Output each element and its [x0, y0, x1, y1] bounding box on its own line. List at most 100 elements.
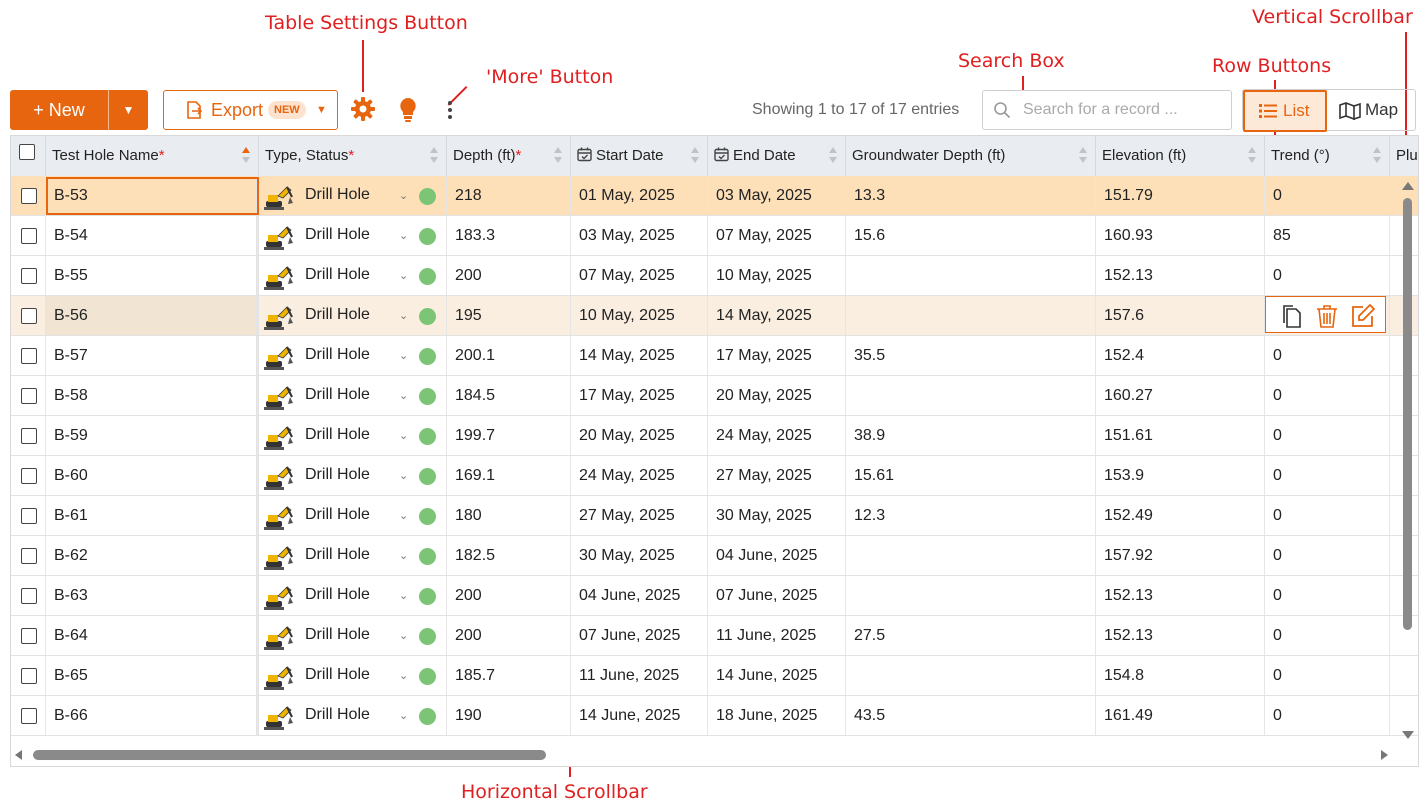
- table-row[interactable]: Drill Hole ⌄ B-63 200 04 June, 2025 07 June, …: [11, 576, 1418, 616]
- cell-elevation[interactable]: 152.4: [1096, 336, 1265, 375]
- table-row[interactable]: Drill Hole ⌄ B-56 195 10 May, 2025 14 May, 20…: [11, 296, 1418, 336]
- scroll-right-arrow-icon[interactable]: [1381, 750, 1388, 760]
- chevron-down-icon[interactable]: ⌄: [399, 536, 408, 575]
- cell-trend[interactable]: 0: [1265, 616, 1390, 655]
- header-trend[interactable]: Trend (°): [1265, 136, 1390, 176]
- row-checkbox[interactable]: [21, 588, 37, 604]
- cell-type-status[interactable]: Drill Hole ⌄: [259, 256, 447, 295]
- cell-depth[interactable]: 218: [447, 176, 571, 215]
- cell-groundwater-depth[interactable]: 43.5: [846, 696, 1096, 735]
- cell-depth[interactable]: 200.1: [447, 336, 571, 375]
- cell-groundwater-depth[interactable]: 12.3: [846, 496, 1096, 535]
- cell-groundwater-depth[interactable]: 38.9: [846, 416, 1096, 455]
- edit-button[interactable]: [1350, 303, 1376, 329]
- table-row[interactable]: Drill Hole ⌄ B-58 184.5 17 May, 2025 20 May, …: [11, 376, 1418, 416]
- cell-groundwater-depth[interactable]: [846, 296, 1096, 335]
- chevron-down-icon[interactable]: ⌄: [399, 296, 408, 335]
- cell-depth[interactable]: 184.5: [447, 376, 571, 415]
- table-row[interactable]: Drill Hole ⌄ B-54 183.3 03 May, 2025 07 May, …: [11, 216, 1418, 256]
- copy-button[interactable]: [1278, 303, 1304, 329]
- chevron-down-icon[interactable]: ⌄: [399, 416, 408, 455]
- chevron-down-icon[interactable]: ⌄: [399, 216, 408, 255]
- sort-icon[interactable]: [829, 147, 837, 165]
- cell-elevation[interactable]: 152.49: [1096, 496, 1265, 535]
- cell-end-date[interactable]: 07 June, 2025: [708, 576, 846, 615]
- chevron-down-icon[interactable]: ⌄: [399, 456, 408, 495]
- cell-depth[interactable]: 182.5: [447, 536, 571, 575]
- cell-groundwater-depth[interactable]: [846, 376, 1096, 415]
- chevron-down-icon[interactable]: ⌄: [399, 696, 408, 735]
- cell-depth[interactable]: 169.1: [447, 456, 571, 495]
- header-test-hole-name[interactable]: Test Hole Name*: [46, 136, 259, 176]
- cell-start-date[interactable]: 14 June, 2025: [571, 696, 708, 735]
- cell-end-date[interactable]: 03 May, 2025: [708, 176, 846, 215]
- cell-elevation[interactable]: 157.6: [1096, 296, 1265, 335]
- sort-icon[interactable]: [1373, 147, 1381, 165]
- row-checkbox[interactable]: [21, 508, 37, 524]
- cell-start-date[interactable]: 27 May, 2025: [571, 496, 708, 535]
- vertical-scrollbar-thumb[interactable]: [1403, 198, 1412, 630]
- cell-trend[interactable]: 0: [1265, 176, 1390, 215]
- header-plunge[interactable]: Plu: [1390, 136, 1418, 176]
- cell-elevation[interactable]: 160.27: [1096, 376, 1265, 415]
- vertical-scrollbar[interactable]: [1398, 176, 1418, 766]
- header-depth[interactable]: Depth (ft)*: [447, 136, 571, 176]
- cell-start-date[interactable]: 11 June, 2025: [571, 656, 708, 695]
- cell-trend[interactable]: 0: [1265, 256, 1390, 295]
- table-row[interactable]: Drill Hole ⌄ B-62 182.5 30 May, 2025 04 June,…: [11, 536, 1418, 576]
- chevron-down-icon[interactable]: ⌄: [399, 576, 408, 615]
- cell-elevation[interactable]: 153.9: [1096, 456, 1265, 495]
- cell-groundwater-depth[interactable]: 15.61: [846, 456, 1096, 495]
- table-row[interactable]: Drill Hole ⌄ B-65 185.7 11 June, 2025 14 June…: [11, 656, 1418, 696]
- cell-elevation[interactable]: 152.13: [1096, 256, 1265, 295]
- cell-groundwater-depth[interactable]: [846, 256, 1096, 295]
- cell-start-date[interactable]: 04 June, 2025: [571, 576, 708, 615]
- row-checkbox[interactable]: [21, 188, 37, 204]
- cell-elevation[interactable]: 160.93: [1096, 216, 1265, 255]
- row-checkbox[interactable]: [21, 468, 37, 484]
- header-groundwater-depth[interactable]: Groundwater Depth (ft): [846, 136, 1096, 176]
- cell-groundwater-depth[interactable]: 15.6: [846, 216, 1096, 255]
- cell-end-date[interactable]: 18 June, 2025: [708, 696, 846, 735]
- row-checkbox[interactable]: [21, 228, 37, 244]
- cell-trend[interactable]: 0: [1265, 456, 1390, 495]
- cell-elevation[interactable]: 151.61: [1096, 416, 1265, 455]
- row-checkbox[interactable]: [21, 428, 37, 444]
- cell-end-date[interactable]: 30 May, 2025: [708, 496, 846, 535]
- select-all-checkbox[interactable]: [19, 144, 35, 160]
- cell-depth[interactable]: 200: [447, 256, 571, 295]
- chevron-down-icon[interactable]: ⌄: [399, 616, 408, 655]
- cell-start-date[interactable]: 10 May, 2025: [571, 296, 708, 335]
- cell-end-date[interactable]: 14 June, 2025: [708, 656, 846, 695]
- row-checkbox[interactable]: [21, 708, 37, 724]
- new-dropdown-button[interactable]: ▼: [109, 90, 148, 130]
- cell-type-status[interactable]: Drill Hole ⌄: [259, 376, 447, 415]
- cell-depth[interactable]: 199.7: [447, 416, 571, 455]
- cell-test-hole-name[interactable]: B-58: [46, 376, 259, 415]
- cell-start-date[interactable]: 07 June, 2025: [571, 616, 708, 655]
- cell-type-status[interactable]: Drill Hole ⌄: [259, 696, 447, 735]
- horizontal-scrollbar-thumb[interactable]: [33, 750, 546, 760]
- cell-depth[interactable]: 183.3: [447, 216, 571, 255]
- cell-groundwater-depth[interactable]: 27.5: [846, 616, 1096, 655]
- cell-trend[interactable]: 0: [1265, 696, 1390, 735]
- table-row[interactable]: Drill Hole ⌄ B-60 169.1 24 May, 2025 27 May, …: [11, 456, 1418, 496]
- chevron-down-icon[interactable]: ⌄: [399, 656, 408, 695]
- cell-start-date[interactable]: 17 May, 2025: [571, 376, 708, 415]
- cell-test-hole-name[interactable]: B-55: [46, 256, 259, 295]
- sort-icon[interactable]: [691, 147, 699, 165]
- cell-start-date[interactable]: 14 May, 2025: [571, 336, 708, 375]
- cell-test-hole-name[interactable]: B-60: [46, 456, 259, 495]
- cell-test-hole-name[interactable]: B-62: [46, 536, 259, 575]
- cell-elevation[interactable]: 152.13: [1096, 576, 1265, 615]
- new-button[interactable]: + New: [10, 90, 108, 130]
- cell-groundwater-depth[interactable]: [846, 656, 1096, 695]
- sort-icon[interactable]: [554, 147, 562, 165]
- sort-icon[interactable]: [430, 147, 438, 165]
- cell-trend[interactable]: 0: [1265, 336, 1390, 375]
- cell-type-status[interactable]: Drill Hole ⌄: [259, 536, 447, 575]
- scroll-down-arrow-icon[interactable]: [1402, 731, 1414, 739]
- table-row[interactable]: Drill Hole ⌄ B-59 199.7 20 May, 2025 24 May, …: [11, 416, 1418, 456]
- cell-depth[interactable]: 185.7: [447, 656, 571, 695]
- cell-elevation[interactable]: 152.13: [1096, 616, 1265, 655]
